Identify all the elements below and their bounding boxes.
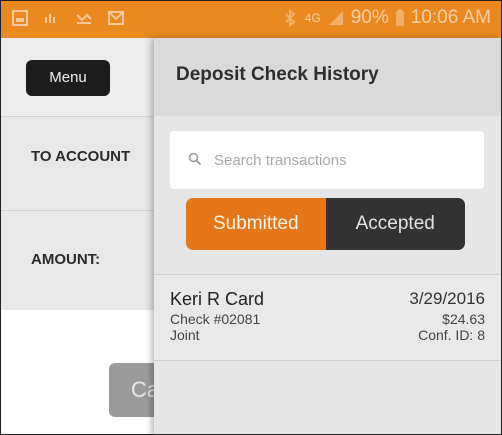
list-item[interactable]: Keri R Card Check #02081 Joint 3/29/2016… bbox=[154, 274, 501, 361]
search-box[interactable] bbox=[170, 131, 484, 189]
missed-call-icon bbox=[75, 9, 93, 27]
app-frame: 4G 90% 10:06 AM Menu TO ACCOUNT AMOUNT: … bbox=[0, 0, 502, 435]
status-bar: 4G 90% 10:06 AM bbox=[1, 1, 501, 38]
menu-button[interactable]: Menu bbox=[26, 60, 110, 96]
search-input[interactable] bbox=[214, 146, 464, 174]
network-type-label: 4G bbox=[304, 11, 321, 25]
tab-accepted[interactable]: Accepted bbox=[325, 198, 465, 250]
deposit-amount: $24.63 bbox=[442, 311, 485, 327]
deposit-date: 3/29/2016 bbox=[409, 289, 485, 308]
battery-icon bbox=[395, 9, 405, 27]
status-segmented-control: Submitted Accepted bbox=[186, 198, 465, 250]
bluetooth-icon bbox=[281, 9, 299, 27]
payer-name: Keri R Card bbox=[170, 289, 265, 309]
check-number: Check #02081 bbox=[170, 311, 261, 327]
account-type: Joint bbox=[170, 327, 200, 343]
image-icon bbox=[11, 9, 29, 27]
status-left-icons bbox=[11, 9, 125, 27]
panel-header: Deposit Check History bbox=[154, 38, 501, 116]
panel-title: Deposit Check History bbox=[176, 64, 379, 85]
deposit-history-panel: Deposit Check History Submitted Accepted… bbox=[154, 38, 501, 434]
confirmation-id: Conf. ID: 8 bbox=[418, 327, 485, 343]
status-right: 4G 90% 10:06 AM bbox=[281, 7, 491, 29]
signal-alert-icon bbox=[43, 9, 61, 27]
battery-percent: 90% bbox=[350, 7, 389, 28]
tab-submitted[interactable]: Submitted bbox=[186, 198, 326, 250]
to-account-label: TO ACCOUNT bbox=[31, 148, 131, 165]
mail-icon bbox=[107, 9, 125, 27]
search-area bbox=[154, 116, 501, 194]
amount-label: AMOUNT: bbox=[31, 251, 101, 268]
signal-strength-icon bbox=[327, 9, 345, 27]
transaction-list: Keri R Card Check #02081 Joint 3/29/2016… bbox=[154, 274, 501, 361]
clock-time: 10:06 AM bbox=[410, 7, 491, 28]
search-icon bbox=[188, 152, 202, 166]
